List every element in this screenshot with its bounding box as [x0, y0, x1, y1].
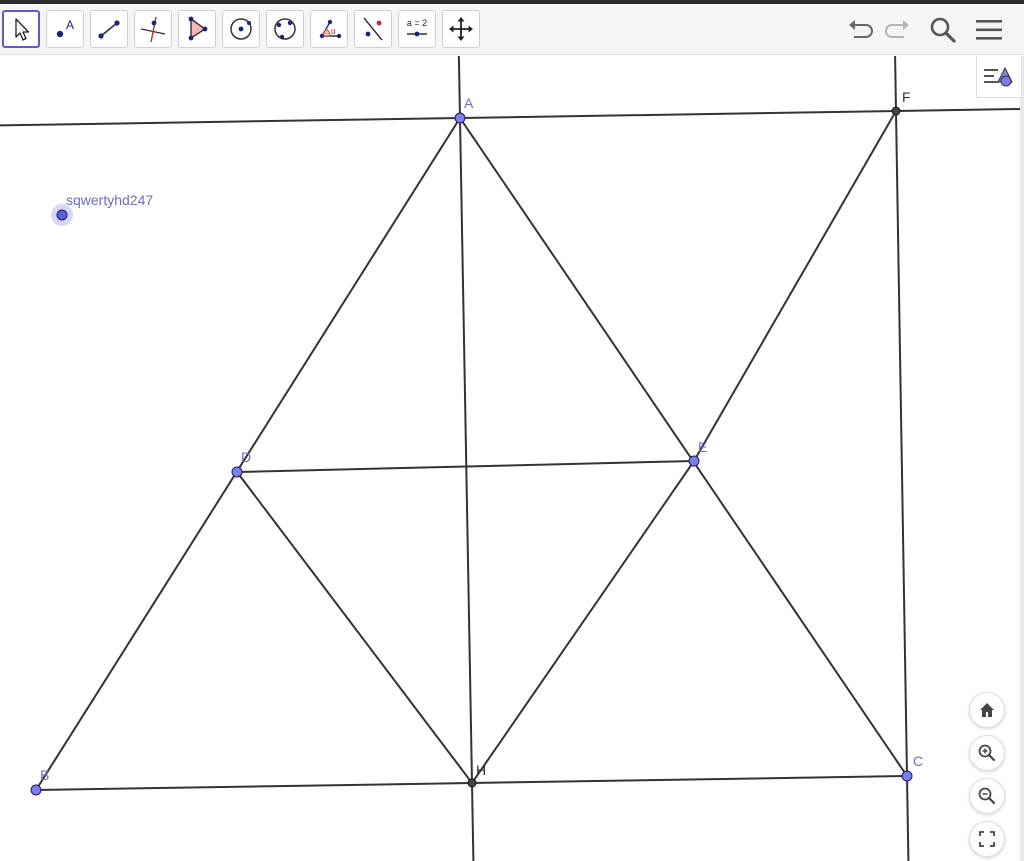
undo-button[interactable] [842, 12, 878, 48]
move-tool[interactable] [2, 10, 40, 48]
segment-CA[interactable] [459, 117, 908, 777]
polygon-tool[interactable] [178, 10, 216, 48]
arrow-cursor-icon [15, 18, 30, 41]
point-label-D: D [241, 449, 251, 465]
graphics-view[interactable]: A B C D E F Hsqwertyhd247 [0, 56, 1024, 861]
point-label-B: B [40, 767, 49, 783]
labels-layer: A B C D E F Hsqwertyhd247 [40, 89, 923, 783]
point-a-icon: A [56, 18, 74, 38]
perpendicular-line-tool[interactable] [134, 10, 172, 48]
point-A[interactable] [454, 112, 466, 124]
home-icon [980, 703, 994, 717]
circle-three-points-tool[interactable] [266, 10, 304, 48]
zoom-out-button[interactable] [969, 778, 1005, 814]
fullscreen-icon [979, 831, 995, 847]
point-label-sqwertyhd247: sqwertyhd247 [66, 192, 153, 208]
main-menu-button[interactable] [971, 12, 1007, 48]
line-FC[interactable] [894, 56, 910, 861]
line-AF[interactable] [0, 107, 1024, 127]
move-arrows-icon [449, 17, 473, 41]
perpendicular-line-icon [140, 16, 166, 43]
circle-three-points-icon [274, 18, 296, 40]
search-icon [930, 17, 956, 43]
standard-view-button[interactable] [969, 692, 1005, 728]
panel-edge [1020, 56, 1024, 861]
lines-layer [0, 56, 1024, 861]
slider-tool-glyph: a = 2 [407, 18, 427, 28]
polygon-icon [188, 16, 208, 41]
point-label-A: A [464, 95, 474, 111]
redo-button[interactable] [880, 12, 916, 48]
line-AH[interactable] [457, 56, 475, 861]
angle-tool-glyph: α [331, 27, 336, 36]
move-graphics-view-tool[interactable] [442, 10, 480, 48]
search-button[interactable] [925, 12, 961, 48]
circle-center-point-tool[interactable] [222, 10, 260, 48]
point-E[interactable] [688, 455, 700, 467]
segment-icon [98, 20, 120, 39]
style-bar-toggle[interactable] [976, 56, 1022, 98]
point-B[interactable] [30, 784, 42, 796]
zoom-in-icon [978, 744, 996, 762]
undo-icon [849, 20, 873, 38]
zoom-in-button[interactable] [969, 735, 1005, 771]
segments-layer [35, 110, 908, 791]
segment-tool[interactable] [90, 10, 128, 48]
angle-icon: α [319, 19, 342, 39]
point-label-H: H [476, 762, 486, 778]
reflect-tool[interactable] [354, 10, 392, 48]
zoom-out-icon [978, 787, 996, 805]
slider-tool[interactable]: a = 2 [398, 10, 436, 48]
point-label-F: F [902, 89, 911, 105]
redo-icon [885, 20, 909, 38]
point-tool-glyph: A [66, 18, 74, 32]
slider-icon: a = 2 [407, 18, 427, 37]
point-label-C: C [913, 753, 923, 769]
point-label-E: E [698, 439, 707, 455]
point-tool[interactable]: A [46, 10, 84, 48]
point-H[interactable] [467, 778, 477, 788]
fullscreen-button[interactable] [969, 821, 1005, 857]
point-F[interactable] [891, 106, 901, 116]
segment-EH[interactable] [471, 460, 695, 784]
segment-EF[interactable] [693, 110, 897, 462]
circle-center-icon [230, 18, 252, 40]
toolbar: A α a = 2 [0, 4, 1024, 55]
point-C[interactable] [901, 770, 913, 782]
points-layer [30, 106, 913, 796]
angle-tool[interactable]: α [310, 10, 348, 48]
point-D[interactable] [231, 466, 243, 478]
style-bar-icon [984, 66, 1013, 86]
reflect-icon [363, 17, 383, 41]
menu-icon [976, 20, 1002, 40]
segment-DH[interactable] [236, 471, 473, 784]
